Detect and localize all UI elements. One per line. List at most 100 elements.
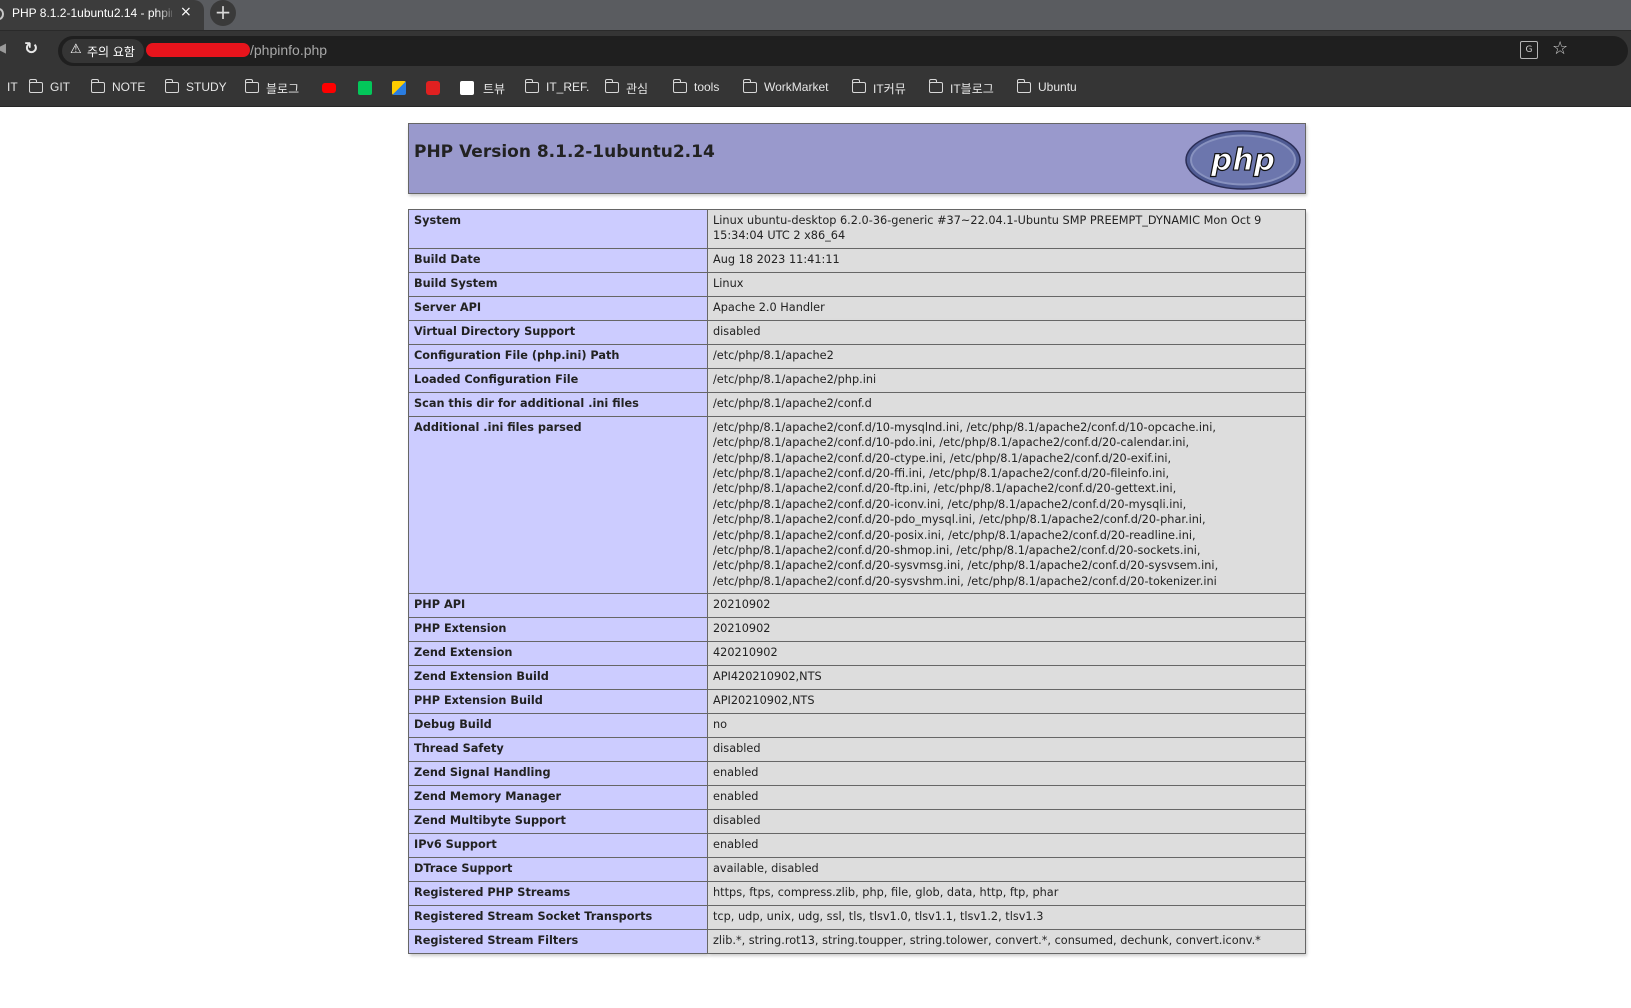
php-version-header: PHP Version 8.1.2-1ubuntu2.14 php [408,123,1306,194]
info-key: Registered Stream Filters [408,929,708,955]
info-value: https, ftps, compress.zlib, php, file, g… [707,881,1306,907]
url-path[interactable]: /phpinfo.php [250,42,327,58]
info-value: available, disabled [707,857,1306,883]
table-row: IPv6 Support enabled [408,833,1306,859]
folder-icon [742,79,757,93]
table-row: Registered Stream Socket Transports tcp, … [408,905,1306,931]
info-key: PHP Extension Build [408,689,708,715]
table-row: Server API Apache 2.0 Handler [408,295,1306,321]
table-row: Registered Stream Filters zlib.*, string.… [408,929,1306,955]
bookmark-label[interactable]: 트뷰 [483,80,505,96]
bookmark-star-icon[interactable]: ☆ [1552,38,1568,59]
info-value: /etc/php/8.1/apache2 [707,343,1306,369]
info-key: Thread Safety [408,737,708,763]
info-key: Additional .ini files parsed [408,415,708,595]
info-key: Server API [408,295,708,321]
close-icon[interactable]: × [180,4,192,20]
table-row: PHP API 20210902 [408,593,1306,619]
info-value: Linux ubuntu-desktop 6.2.0-36-generic #3… [707,209,1306,249]
folder-icon [928,79,943,93]
info-key: Zend Memory Manager [408,785,708,811]
info-key: Registered PHP Streams [408,881,708,907]
bookmark-label: Ubuntu [1038,80,1077,94]
naver-icon[interactable] [358,81,372,95]
info-value: enabled [707,785,1306,811]
table-row: Scan this dir for additional .ini files /… [408,391,1306,417]
info-key: Zend Multibyte Support [408,809,708,835]
security-chip[interactable]: ⚠ 주의 요함 [62,39,144,63]
table-row: Loaded Configuration File/etc/php/8.1/ap… [408,367,1306,393]
info-value: disabled [707,809,1306,835]
red-app-icon[interactable] [426,81,440,95]
info-value: 20210902 [707,593,1306,619]
info-value: tcp, udp, unix, udg, ssl, tls, tlsv1.0, … [707,905,1306,931]
bookmark-label: NOTE [112,80,146,94]
info-key: PHP Extension [408,617,708,643]
bookmark-label: IT블로그 [950,82,994,96]
folder-icon [164,79,179,93]
bookmark-label: IT_REF. [546,80,590,94]
folder-icon [851,79,866,93]
info-key: PHP API [408,593,708,619]
table-row: Build System Linux [408,271,1306,297]
table-row: Virtual Directory Support disabled [408,319,1306,345]
translate-icon[interactable]: G [1520,41,1538,59]
info-key: Configuration File (php.ini) Path [408,343,708,369]
page-title: PHP Version 8.1.2-1ubuntu2.14 [414,142,715,162]
info-value: zlib.*, string.rot13, string.toupper, st… [707,929,1306,955]
table-row: Build Date Aug 18 2023 11:41:11 [408,247,1306,273]
youtube-icon[interactable] [322,83,336,93]
info-key: Registered Stream Socket Transports [408,905,708,931]
info-key: Zend Extension [408,641,708,667]
info-key: Scan this dir for additional .ini files [408,391,708,417]
tv-icon[interactable] [460,81,474,95]
table-row: Zend Extension 420210902 [408,641,1306,667]
info-key: Virtual Directory Support [408,319,708,345]
info-value: 20210902 [707,617,1306,643]
table-row: System Linux ubuntu-desktop 6.2.0-36-gene… [408,209,1306,249]
folder-icon [604,79,619,93]
bookmark-label: IT커뮤 [873,82,906,96]
tab-strip: PHP 8.1.2-1ubuntu2.14 - phpinfo() × + [0,0,1631,30]
url-redaction-mark [146,43,250,57]
security-label: 주의 요함 [87,45,135,59]
info-key: Build System [408,271,708,297]
globe-icon [0,8,4,20]
info-value: Apache 2.0 Handler [707,295,1306,321]
new-tab-button[interactable]: + [210,0,236,26]
info-value: enabled [707,833,1306,859]
info-key: System [408,209,708,249]
info-value: API20210902,NTS [707,689,1306,715]
php-info-table: System Linux ubuntu-desktop 6.2.0-36-gene… [408,209,1306,955]
info-value: Linux [707,271,1306,297]
reload-icon[interactable]: ↻ [24,39,38,59]
map-icon[interactable] [392,81,406,95]
info-key: Loaded Configuration File [408,367,708,393]
info-value: 420210902 [707,641,1306,667]
table-row: Configuration File (php.ini) Path/etc/ph… [408,343,1306,369]
active-tab[interactable]: PHP 8.1.2-1ubuntu2.14 - phpinfo() × [0,0,204,30]
bookmark-label: tools [694,80,720,94]
browser-toolbar: ◀ ↻ ⚠ 주의 요함 /phpinfo.php G ☆ [0,30,1631,70]
info-key: IPv6 Support [408,833,708,859]
info-value: API420210902,NTS [707,665,1306,691]
table-row: Debug Build no [408,713,1306,739]
info-value: /etc/php/8.1/apache2/php.ini [707,367,1306,393]
address-bar[interactable]: ⚠ 주의 요함 /phpinfo.php G ☆ [58,36,1628,66]
warning-icon: ⚠ [70,42,82,57]
bookmark-label: WorkMarket [764,80,829,94]
bookmark-label: STUDY [186,80,227,94]
table-row: Thread Safety disabled [408,737,1306,763]
table-row: PHP Extension 20210902 [408,617,1306,643]
folder-icon [672,79,687,93]
bookmark-label: GIT [50,80,70,94]
folder-icon [244,79,259,93]
folder-icon [524,79,539,93]
info-key: DTrace Support [408,857,708,883]
back-arrow-icon[interactable]: ◀ [0,41,6,56]
info-key: Zend Extension Build [408,665,708,691]
svg-text:php: php [1210,143,1275,178]
folder-icon [1016,79,1031,93]
bookmark-label: IT [7,80,18,94]
table-row: Zend Signal Handling enabled [408,761,1306,787]
